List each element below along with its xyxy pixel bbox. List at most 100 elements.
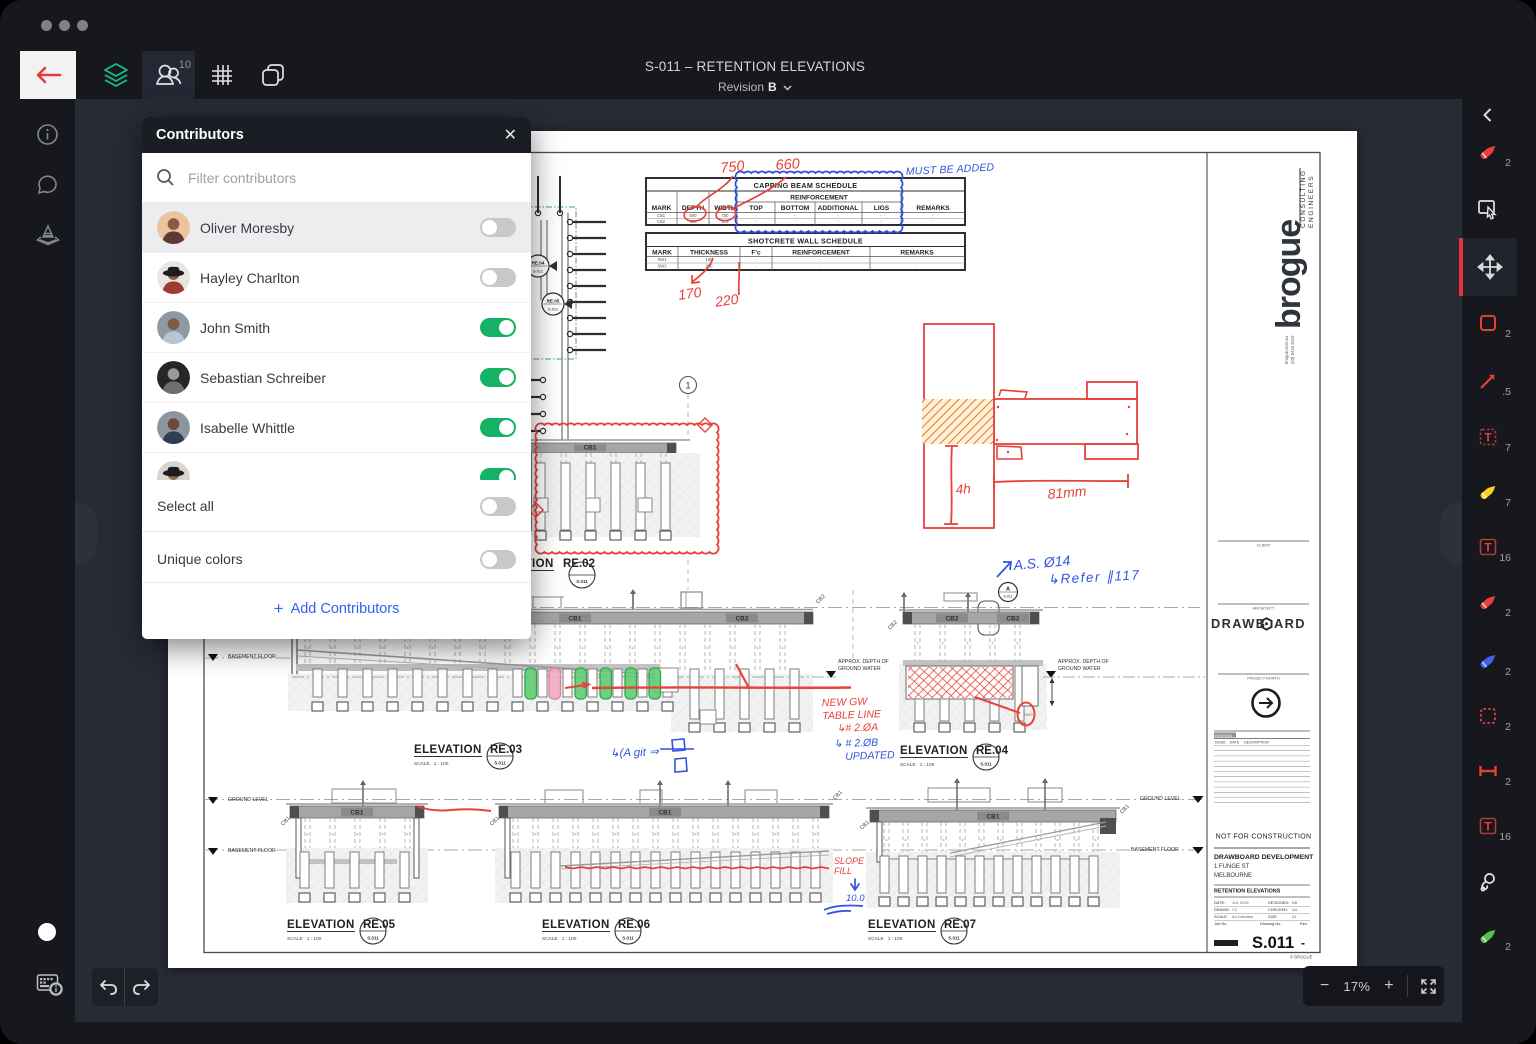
svg-text:brogue: brogue bbox=[1270, 220, 1308, 329]
svg-text:CB2: CB2 bbox=[657, 219, 666, 224]
svg-text:RE.06: RE.06 bbox=[618, 919, 650, 931]
svg-text:A: A bbox=[1006, 587, 1010, 593]
svg-text:CB2: CB2 bbox=[815, 594, 827, 606]
svg-text:S.011: S.011 bbox=[622, 936, 634, 941]
svg-text:DRAWB: DRAWB bbox=[1211, 616, 1266, 631]
svg-text:S.011: S.011 bbox=[980, 762, 992, 767]
svg-text:CHECKED:: CHECKED: bbox=[1268, 907, 1288, 912]
svg-text:AA: AA bbox=[1292, 907, 1298, 912]
svg-text:DRAWN:: DRAWN: bbox=[1214, 907, 1230, 912]
svg-text:Rev.: Rev. bbox=[1300, 921, 1308, 926]
svg-text:-: - bbox=[916, 264, 918, 269]
svg-text:ELEVATION: ELEVATION bbox=[868, 919, 936, 931]
svg-text:SW2: SW2 bbox=[1024, 712, 1033, 717]
svg-text:RE.04: RE.04 bbox=[976, 745, 1009, 757]
svg-text:As indicated: As indicated bbox=[1232, 914, 1253, 919]
svg-text:CONSULTING: CONSULTING bbox=[1300, 169, 1307, 228]
svg-text:-: - bbox=[880, 213, 882, 218]
svg-text:GROUND LEVEL: GROUND LEVEL bbox=[228, 797, 269, 803]
svg-text:MUST BE ADDED: MUST BE ADDED bbox=[906, 161, 995, 178]
svg-text:REINFORCEMENT: REINFORCEMENT bbox=[790, 195, 848, 202]
svg-text:S.011: S.011 bbox=[367, 936, 379, 941]
svg-text:F'c: F'c bbox=[751, 250, 761, 257]
svg-text:MARK: MARK bbox=[652, 250, 672, 257]
svg-text:BASEMENT FLOOR: BASEMENT FLOOR bbox=[228, 654, 276, 660]
svg-text:DATE:: DATE: bbox=[1214, 900, 1225, 905]
svg-text:SW2: SW2 bbox=[657, 264, 667, 269]
svg-text:CB1: CB1 bbox=[1119, 804, 1131, 816]
svg-text:THICKNESS: THICKNESS bbox=[690, 250, 729, 257]
svg-text:-: - bbox=[755, 219, 757, 224]
svg-text:660: 660 bbox=[775, 156, 800, 174]
svg-text:CB1: CB1 bbox=[350, 810, 363, 817]
svg-text:750: 750 bbox=[722, 213, 730, 218]
svg-text:-: - bbox=[755, 213, 757, 218]
svg-text:TABLE LINE: TABLE LINE bbox=[822, 708, 882, 722]
svg-text:GROUND WATER: GROUND WATER bbox=[838, 666, 881, 672]
svg-text:-: - bbox=[794, 213, 796, 218]
svg-text:↳# 2.ØA: ↳# 2.ØA bbox=[836, 721, 878, 734]
svg-text:600: 600 bbox=[690, 213, 698, 218]
svg-text:CB1: CB1 bbox=[583, 445, 596, 452]
svg-text:CB2: CB2 bbox=[735, 616, 748, 623]
svg-text:RE.02: RE.02 bbox=[563, 558, 595, 570]
svg-text:RE.04: RE.04 bbox=[532, 261, 545, 266]
svg-text:CB1: CB1 bbox=[859, 820, 871, 832]
svg-text:SCALE 1 : 100: SCALE 1 : 100 bbox=[868, 936, 903, 942]
svg-text:S.011: S.011 bbox=[1252, 934, 1294, 952]
svg-text:ENGINEERS: ENGINEERS bbox=[1308, 175, 1315, 228]
svg-text:S.011: S.011 bbox=[576, 579, 588, 584]
svg-text:CB2: CB2 bbox=[945, 616, 958, 623]
svg-text:CB1: CB1 bbox=[832, 790, 844, 802]
svg-text:DESIGNED:: DESIGNED: bbox=[1268, 900, 1289, 905]
svg-text:↳Refer ∥117: ↳Refer ∥117 bbox=[1047, 567, 1141, 587]
svg-text:S.011: S.011 bbox=[948, 936, 960, 941]
svg-text:APPROX. DEPTH OF: APPROX. DEPTH OF bbox=[838, 659, 889, 665]
svg-text:SHOTCRETE WALL SCHEDULE: SHOTCRETE WALL SCHEDULE bbox=[748, 237, 863, 246]
svg-text:S.011: S.011 bbox=[494, 761, 506, 766]
svg-text:A.S. Ø14: A.S. Ø14 bbox=[1012, 552, 1071, 573]
svg-text:SCALE 1 : 100: SCALE 1 : 100 bbox=[542, 936, 577, 942]
svg-text:SCALE:: SCALE: bbox=[1214, 914, 1228, 919]
svg-text:BB: BB bbox=[1292, 900, 1298, 905]
svg-text:NOT FOR CONSTRUCTION: NOT FOR CONSTRUCTION bbox=[1216, 834, 1312, 841]
svg-text:TOP: TOP bbox=[749, 205, 763, 212]
svg-text:SLOPE: SLOPE bbox=[834, 856, 865, 866]
svg-text:DRAWBOARD DEVELOPMENT: DRAWBOARD DEVELOPMENT bbox=[1214, 854, 1314, 861]
svg-text:CB2: CB2 bbox=[887, 620, 899, 632]
svg-text:↳ # 2.ØB: ↳ # 2.ØB bbox=[834, 737, 879, 751]
svg-text:brogue.com.au: brogue.com.au bbox=[1284, 335, 1289, 364]
svg-text:CB1: CB1 bbox=[657, 213, 666, 218]
svg-text:JUL 2016: JUL 2016 bbox=[1232, 900, 1249, 905]
svg-text:-: - bbox=[932, 219, 934, 224]
svg-text:ADDITIONAL: ADDITIONAL bbox=[818, 205, 859, 212]
svg-text:81mm: 81mm bbox=[1047, 483, 1087, 502]
svg-text:Drawing No.: Drawing No. bbox=[1260, 921, 1281, 926]
svg-text:ELEVATION: ELEVATION bbox=[900, 745, 968, 757]
svg-text:4h: 4h bbox=[955, 481, 971, 497]
svg-text:SW1: SW1 bbox=[657, 257, 667, 262]
svg-text:-: - bbox=[820, 257, 822, 262]
svg-text:FILL: FILL bbox=[834, 866, 852, 876]
svg-text:-: - bbox=[794, 219, 796, 224]
svg-text:170: 170 bbox=[677, 284, 703, 303]
svg-text:CB1: CB1 bbox=[658, 810, 671, 817]
svg-text:↳(A git ⇒: ↳(A git ⇒ bbox=[610, 746, 661, 760]
svg-text:MELBOURNE: MELBOURNE bbox=[1214, 873, 1252, 879]
svg-text:S.011: S.011 bbox=[533, 269, 544, 274]
svg-text:SIZE:: SIZE: bbox=[1268, 914, 1278, 919]
svg-text:ELEVATION: ELEVATION bbox=[414, 744, 482, 756]
svg-text:220: 220 bbox=[713, 291, 740, 310]
svg-text:MARK: MARK bbox=[652, 205, 672, 212]
svg-text:SCALE 1 : 100: SCALE 1 : 100 bbox=[900, 762, 935, 768]
svg-text:GROUND WATER: GROUND WATER bbox=[1058, 666, 1101, 672]
svg-text:-: - bbox=[755, 257, 757, 262]
svg-text:-: - bbox=[837, 213, 839, 218]
svg-text:SCALE 1 : 100: SCALE 1 : 100 bbox=[287, 936, 322, 942]
svg-text:(03) 9416 2010: (03) 9416 2010 bbox=[1290, 335, 1295, 364]
svg-text:ISSUE DATE DESCRIPTION: ISSUE DATE DESCRIPTION bbox=[1215, 741, 1269, 745]
svg-text:S.011: S.011 bbox=[1003, 595, 1012, 599]
svg-text:-: - bbox=[1301, 936, 1305, 950]
svg-text:APPROX. DEPTH OF: APPROX. DEPTH OF bbox=[1058, 659, 1109, 665]
svg-text:ELEVATION: ELEVATION bbox=[542, 919, 610, 931]
